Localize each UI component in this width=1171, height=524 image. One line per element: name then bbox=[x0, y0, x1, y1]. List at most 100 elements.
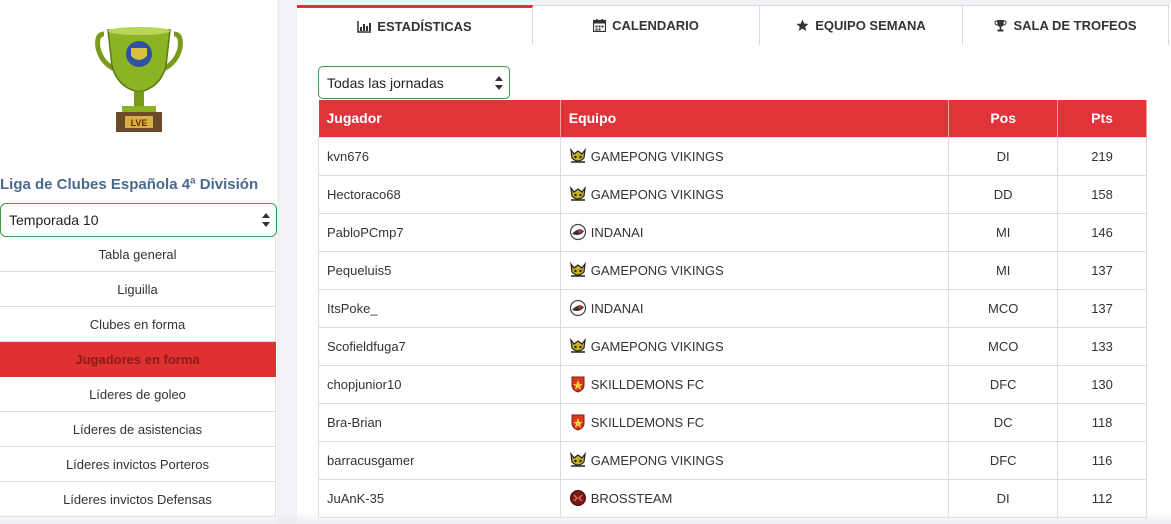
team-name: INDANAI bbox=[590, 224, 644, 240]
cell-pos: DC bbox=[948, 402, 1059, 442]
table-row[interactable]: Scofieldfuga7 GAMEPONG VIKINGS MCO 133 bbox=[318, 326, 1147, 366]
star-icon bbox=[796, 19, 809, 31]
menu-item-clubes-en-forma[interactable]: Clubes en forma bbox=[0, 307, 276, 342]
team-logo-icon bbox=[569, 299, 587, 317]
cell-team: SKILLDEMONS FC bbox=[559, 364, 950, 404]
sidebar-menu: Tabla general Liguilla Clubes en forma J… bbox=[0, 237, 276, 517]
season-select[interactable]: Temporada 10 bbox=[0, 203, 277, 237]
team-name: INDANAI bbox=[590, 300, 644, 316]
table-row[interactable]: ItsPoke_ INDANAI MCO 137 bbox=[318, 288, 1147, 328]
cell-team: GAMEPONG VIKINGS bbox=[559, 174, 950, 214]
cell-pos: MI bbox=[948, 250, 1059, 290]
header-equipo[interactable]: Equipo bbox=[560, 100, 950, 137]
team-cell: GAMEPONG VIKINGS bbox=[569, 147, 949, 165]
table-row[interactable]: Pequeluis5 GAMEPONG VIKINGS MI 137 bbox=[318, 250, 1147, 290]
team-name: SKILLDEMONS FC bbox=[590, 376, 705, 392]
menu-item-lideres-asistencias[interactable]: Líderes de asistencias bbox=[0, 412, 276, 447]
cell-pos: MCO bbox=[948, 288, 1059, 328]
jornada-select-value: Todas las jornadas bbox=[327, 75, 444, 91]
team-logo-icon bbox=[569, 147, 587, 165]
menu-item-liguilla[interactable]: Liguilla bbox=[0, 272, 276, 307]
menu-item-lideres-goleo[interactable]: Líderes de goleo bbox=[0, 377, 276, 412]
select-arrows-icon bbox=[262, 213, 270, 227]
cell-pts: 219 bbox=[1057, 136, 1147, 176]
jornada-select[interactable]: Todas las jornadas bbox=[318, 66, 510, 99]
cell-team: INDANAI bbox=[559, 288, 950, 328]
team-cell: INDANAI bbox=[569, 223, 949, 241]
header-jugador[interactable]: Jugador bbox=[318, 100, 561, 137]
trophy-icon bbox=[994, 20, 1008, 32]
table-body: kvn676 GAMEPONG VIKINGS DI 219 Hectoraco68 GA… bbox=[318, 136, 1147, 518]
table-row[interactable]: Hectoraco68 GAMEPONG VIKINGS DD 158 bbox=[318, 174, 1147, 214]
cell-pts: 137 bbox=[1057, 250, 1147, 290]
team-logo-icon bbox=[569, 413, 587, 431]
team-cell: INDANAI bbox=[569, 299, 949, 317]
cell-pts: 133 bbox=[1057, 326, 1147, 366]
team-name: GAMEPONG VIKINGS bbox=[590, 452, 724, 468]
tab-estadisticas-label: ESTADÍSTICAS bbox=[377, 19, 472, 34]
team-cell: GAMEPONG VIKINGS bbox=[569, 337, 949, 355]
cell-team: GAMEPONG VIKINGS bbox=[559, 326, 950, 366]
cell-pos: MCO bbox=[948, 326, 1059, 366]
tab-calendario[interactable]: CALENDARIO bbox=[533, 5, 760, 45]
cell-team: GAMEPONG VIKINGS bbox=[559, 250, 950, 290]
cell-pts: 146 bbox=[1057, 212, 1147, 252]
cell-team: GAMEPONG VIKINGS bbox=[559, 440, 950, 480]
team-logo-icon bbox=[569, 223, 587, 241]
cell-pos: DI bbox=[948, 136, 1059, 176]
menu-item-tabla-general[interactable]: Tabla general bbox=[0, 237, 276, 272]
main-panel: ESTADÍSTICAS CALENDARIO EQUIPO SEMANA SA… bbox=[297, 5, 1171, 524]
tab-estadisticas[interactable]: ESTADÍSTICAS bbox=[297, 5, 533, 45]
team-name: GAMEPONG VIKINGS bbox=[590, 148, 724, 164]
team-cell: BROSSTEAM bbox=[569, 489, 949, 507]
cell-pos: MI bbox=[948, 212, 1059, 252]
cell-player: barracusgamer bbox=[318, 440, 561, 480]
cell-pts: 130 bbox=[1057, 364, 1147, 404]
menu-item-invictos-porteros[interactable]: Líderes invictos Porteros bbox=[0, 447, 276, 482]
cell-pos: DFC bbox=[948, 364, 1059, 404]
cell-pts: 116 bbox=[1057, 440, 1147, 480]
cell-player: Scofieldfuga7 bbox=[318, 326, 561, 366]
tab-sala-trofeos-label: SALA DE TROFEOS bbox=[1013, 18, 1137, 33]
cell-team: SKILLDEMONS FC bbox=[559, 402, 950, 442]
trophy-logo: LVE bbox=[95, 27, 183, 132]
team-name: GAMEPONG VIKINGS bbox=[590, 338, 724, 354]
cell-player: kvn676 bbox=[318, 136, 561, 176]
league-title: Liga de Clubes Española 4ª División bbox=[0, 176, 259, 193]
team-cell: SKILLDEMONS FC bbox=[569, 375, 949, 393]
team-cell: GAMEPONG VIKINGS bbox=[569, 185, 949, 203]
cell-pts: 137 bbox=[1057, 288, 1147, 328]
cell-pts: 118 bbox=[1057, 402, 1147, 442]
team-name: GAMEPONG VIKINGS bbox=[590, 186, 724, 202]
header-pos[interactable]: Pos bbox=[948, 100, 1059, 137]
season-select-value: Temporada 10 bbox=[9, 212, 99, 228]
table-header-row: Jugador Equipo Pos Pts bbox=[318, 100, 1147, 137]
team-logo-icon bbox=[569, 375, 587, 393]
team-name: BROSSTEAM bbox=[590, 490, 673, 506]
tab-sala-trofeos[interactable]: SALA DE TROFEOS bbox=[963, 5, 1169, 45]
table-row[interactable]: Bra-Brian SKILLDEMONS FC DC 118 bbox=[318, 402, 1147, 442]
team-name: SKILLDEMONS FC bbox=[590, 414, 705, 430]
table-row[interactable]: chopjunior10 SKILLDEMONS FC DFC 130 bbox=[318, 364, 1147, 404]
table-row[interactable]: PabloPCmp7 INDANAI MI 146 bbox=[318, 212, 1147, 252]
players-table: Jugador Equipo Pos Pts kvn676 GAMEPONG VI… bbox=[318, 100, 1147, 518]
cell-pts: 158 bbox=[1057, 174, 1147, 214]
header-pts[interactable]: Pts bbox=[1057, 100, 1147, 137]
team-cell: GAMEPONG VIKINGS bbox=[569, 261, 949, 279]
cell-player: chopjunior10 bbox=[318, 364, 561, 404]
cell-pos: DFC bbox=[948, 440, 1059, 480]
bottom-fade bbox=[0, 512, 1171, 524]
team-cell: SKILLDEMONS FC bbox=[569, 413, 949, 431]
team-name: GAMEPONG VIKINGS bbox=[590, 262, 724, 278]
trophy-caption: LVE bbox=[131, 118, 148, 128]
tab-equipo-semana[interactable]: EQUIPO SEMANA bbox=[760, 5, 963, 45]
team-logo-icon bbox=[569, 185, 587, 203]
cell-player: Pequeluis5 bbox=[318, 250, 561, 290]
menu-item-jugadores-en-forma[interactable]: Jugadores en forma bbox=[0, 342, 276, 377]
cell-player: ItsPoke_ bbox=[318, 288, 561, 328]
table-row[interactable]: barracusgamer GAMEPONG VIKINGS DFC 116 bbox=[318, 440, 1147, 480]
select-arrows-icon bbox=[495, 76, 503, 90]
team-logo-icon bbox=[569, 451, 587, 469]
table-row[interactable]: kvn676 GAMEPONG VIKINGS DI 219 bbox=[318, 136, 1147, 176]
team-logo-icon bbox=[569, 489, 587, 507]
